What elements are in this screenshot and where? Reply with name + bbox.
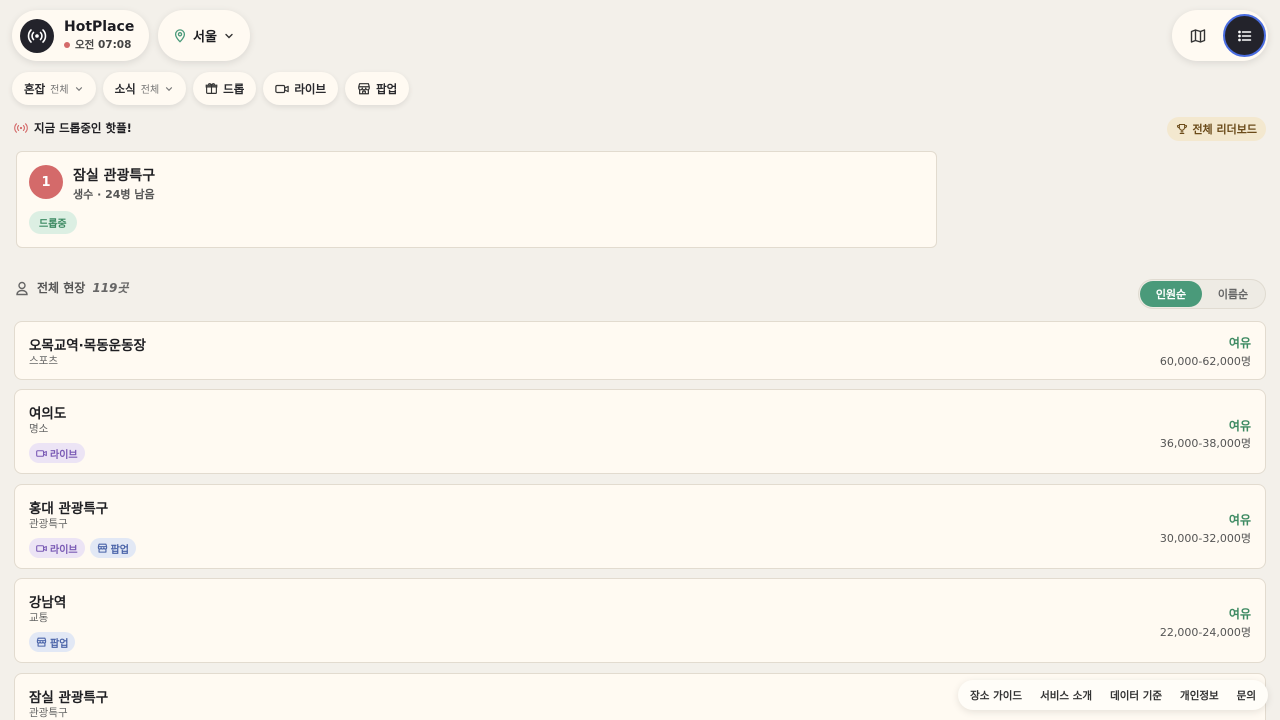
filter-news-label: 소식 [114, 81, 136, 96]
place-card[interactable]: 오목교역·목동운동장 스포츠 여유 60,000-62,000명 [14, 321, 1266, 380]
sort-by-name[interactable]: 이름순 [1202, 281, 1264, 307]
filter-live[interactable]: 라이브 [263, 72, 339, 105]
popup-tag-label: 팝업 [110, 544, 130, 556]
place-tags: 라이브 팝업 [29, 538, 137, 558]
filter-crowd-value: 전체 [50, 85, 69, 96]
leaderboard-label: 전체 리더보드 [1192, 123, 1257, 136]
crowd-range: 22,000-24,000명 [1159, 626, 1251, 639]
chevron-down-icon [225, 33, 233, 38]
drop-place-name: 잠실 관광특구 [73, 168, 156, 184]
trophy-icon [1177, 123, 1188, 135]
filter-live-label: 라이브 [294, 81, 327, 96]
crowd-status: 여유 [1228, 336, 1251, 350]
popup-tag: 팝업 [29, 632, 76, 652]
footer-link-guide[interactable]: 장소 가이드 [970, 688, 1022, 703]
place-name: 홍대 관광특구 [29, 501, 109, 517]
crowd-range: 30,000-32,000명 [1159, 532, 1251, 545]
footer-link-privacy[interactable]: 개인정보 [1180, 688, 1219, 703]
sort-toggle: 인원순 이름순 [1138, 279, 1266, 309]
time-label: 오전 07:08 [75, 39, 132, 51]
broadcast-icon [14, 123, 28, 133]
sort-by-crowd[interactable]: 인원순 [1140, 281, 1202, 307]
leaderboard-button[interactable]: 전체 리더보드 [1167, 117, 1266, 141]
drop-item-info: 생수 · 24병 남음 [73, 188, 155, 201]
crowd-range: 60,000-62,000명 [1159, 355, 1251, 368]
filter-drop[interactable]: 드롭 [193, 72, 257, 105]
filter-news-value: 전체 [140, 85, 160, 96]
store-icon [97, 543, 107, 553]
place-card[interactable]: 강남역 교통 팝업 여유 22,000-24,000명 [14, 578, 1266, 663]
live-tag: 라이브 [29, 538, 85, 558]
place-tags: 팝업 [29, 632, 76, 652]
place-tags: 라이브 [29, 443, 85, 463]
list-view-button[interactable] [1223, 14, 1266, 57]
filter-popup-label: 팝업 [376, 81, 398, 96]
video-camera-icon [36, 544, 47, 552]
live-tag-label: 라이브 [50, 544, 78, 556]
place-category: 관광특구 [29, 518, 68, 530]
city-selector[interactable]: 서울 [158, 10, 250, 61]
list-icon [1237, 30, 1251, 41]
live-tag-label: 라이브 [50, 449, 78, 461]
broadcast-icon [20, 18, 54, 53]
brand-title: HotPlace [64, 19, 135, 35]
crowd-status: 여유 [1228, 419, 1251, 433]
drop-section-title: 지금 드롭중인 핫플! [34, 121, 132, 135]
current-time: 오전 07:08 [64, 37, 134, 52]
place-category: 스포츠 [29, 355, 58, 367]
app-root: HotPlace 오전 07:08 서울 혼잡 전체 소식 전체 드롭 라이브 … [0, 0, 1280, 720]
filter-news[interactable]: 소식 전체 [102, 72, 187, 105]
footer-link-about[interactable]: 서비스 소개 [1040, 688, 1092, 703]
filter-popup[interactable]: 팝업 [345, 72, 410, 105]
view-toggle [1172, 10, 1268, 61]
live-dot-icon [64, 41, 70, 48]
map-icon [1190, 28, 1206, 43]
chevron-down-icon [166, 86, 173, 91]
map-view-button[interactable] [1186, 24, 1210, 48]
location-pin-icon [174, 28, 186, 43]
all-places-header: 전체 현장 119곳 [14, 279, 128, 296]
crowd-status: 여유 [1228, 607, 1251, 621]
filter-bar: 혼잡 전체 소식 전체 드롭 라이브 팝업 [12, 72, 410, 105]
place-category: 명소 [29, 423, 49, 435]
chevron-down-icon [75, 86, 82, 91]
footer-links: 장소 가이드 서비스 소개 데이터 기준 개인정보 문의 [958, 680, 1268, 710]
place-card[interactable]: 홍대 관광특구 관광특구 라이브 팝업 여유 30,000-32,000명 [14, 484, 1266, 569]
footer-link-data[interactable]: 데이터 기준 [1110, 688, 1162, 703]
filter-drop-label: 드롭 [223, 81, 245, 96]
filter-crowd-label: 혼잡 [24, 81, 46, 96]
store-icon [358, 83, 370, 95]
place-name: 강남역 [29, 595, 67, 611]
rank-badge: 1 [29, 165, 63, 199]
place-name: 잠실 관광특구 [29, 690, 109, 706]
user-location-icon [16, 281, 28, 295]
live-tag: 라이브 [29, 443, 85, 463]
popup-tag: 팝업 [89, 538, 137, 558]
drop-status-tag: 드롭중 [29, 211, 77, 234]
filter-crowd[interactable]: 혼잡 전체 [12, 72, 96, 105]
place-card[interactable]: 여의도 명소 라이브 여유 36,000-38,000명 [14, 389, 1266, 474]
place-name: 여의도 [29, 406, 67, 422]
place-category: 관광특구 [29, 707, 68, 719]
video-camera-icon [275, 84, 290, 93]
store-icon [36, 637, 47, 647]
brand-pill[interactable]: HotPlace 오전 07:08 [12, 10, 149, 61]
popup-tag-label: 팝업 [50, 638, 69, 650]
all-places-title: 전체 현장 [37, 281, 86, 295]
drop-section-header: 지금 드롭중인 핫플! [14, 120, 132, 136]
place-category: 교통 [29, 612, 49, 624]
drop-card[interactable]: 1 잠실 관광특구 생수 · 24병 남음 드롭중 [16, 151, 937, 248]
place-name: 오목교역·목동운동장 [29, 338, 146, 354]
video-camera-icon [36, 449, 47, 457]
crowd-range: 36,000-38,000명 [1159, 437, 1251, 450]
crowd-status: 여유 [1228, 513, 1251, 527]
footer-link-contact[interactable]: 문의 [1237, 688, 1256, 703]
all-places-count: 119곳 [92, 281, 129, 295]
gift-icon [205, 83, 218, 94]
city-label: 서울 [193, 30, 217, 45]
